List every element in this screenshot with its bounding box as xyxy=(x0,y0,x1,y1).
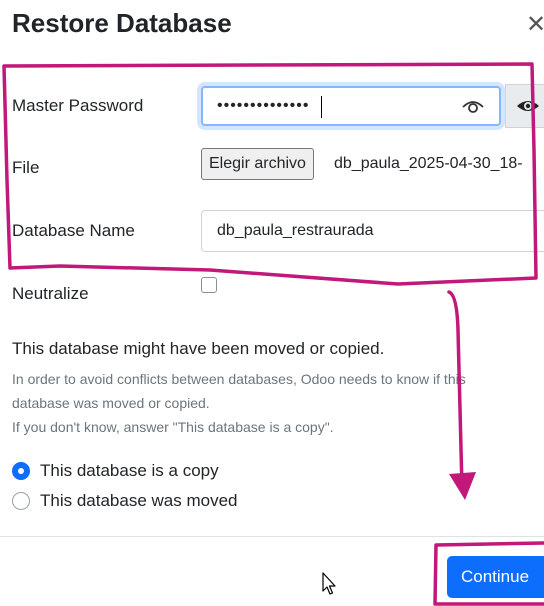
neutralize-checkbox[interactable] xyxy=(201,277,217,293)
dialog-title: Restore Database xyxy=(12,8,232,38)
radio-database-moved-label[interactable]: This database was moved xyxy=(40,491,238,511)
show-password-button[interactable] xyxy=(505,84,544,128)
eye-outline-icon[interactable] xyxy=(461,96,485,121)
help-text-line-3: If you don't know, answer "This database… xyxy=(12,419,334,435)
master-password-input[interactable]: •••••••••••••• xyxy=(201,86,501,126)
master-password-label: Master Password xyxy=(12,96,144,115)
close-icon[interactable]: ✕ xyxy=(526,10,544,39)
file-name: db_paula_2025-04-30_18- xyxy=(334,155,523,172)
eye-icon xyxy=(517,101,539,111)
help-text-line-2: database was moved or copied. xyxy=(12,395,210,411)
database-name-label: Database Name xyxy=(12,221,135,240)
annotation-arrow xyxy=(447,290,464,490)
text-caret xyxy=(321,96,322,118)
moved-copied-heading: This database might have been moved or c… xyxy=(12,339,385,358)
continue-button[interactable]: Continue xyxy=(447,556,544,598)
choose-file-button[interactable]: Elegir archivo xyxy=(201,148,314,180)
footer-divider xyxy=(0,536,544,537)
neutralize-label: Neutralize xyxy=(12,284,89,303)
database-name-value: db_paula_restraurada xyxy=(217,222,374,239)
mouse-cursor-icon xyxy=(322,572,336,595)
annotation-arrowhead xyxy=(449,472,476,500)
radio-database-copy[interactable] xyxy=(12,462,30,480)
help-text-line-1: In order to avoid conflicts between data… xyxy=(12,371,466,387)
radio-database-copy-label[interactable]: This database is a copy xyxy=(40,461,219,481)
database-name-input[interactable]: db_paula_restraurada xyxy=(201,210,544,252)
master-password-value: •••••••••••••• xyxy=(217,97,310,114)
radio-database-moved[interactable] xyxy=(12,492,30,510)
file-label: File xyxy=(12,158,40,177)
